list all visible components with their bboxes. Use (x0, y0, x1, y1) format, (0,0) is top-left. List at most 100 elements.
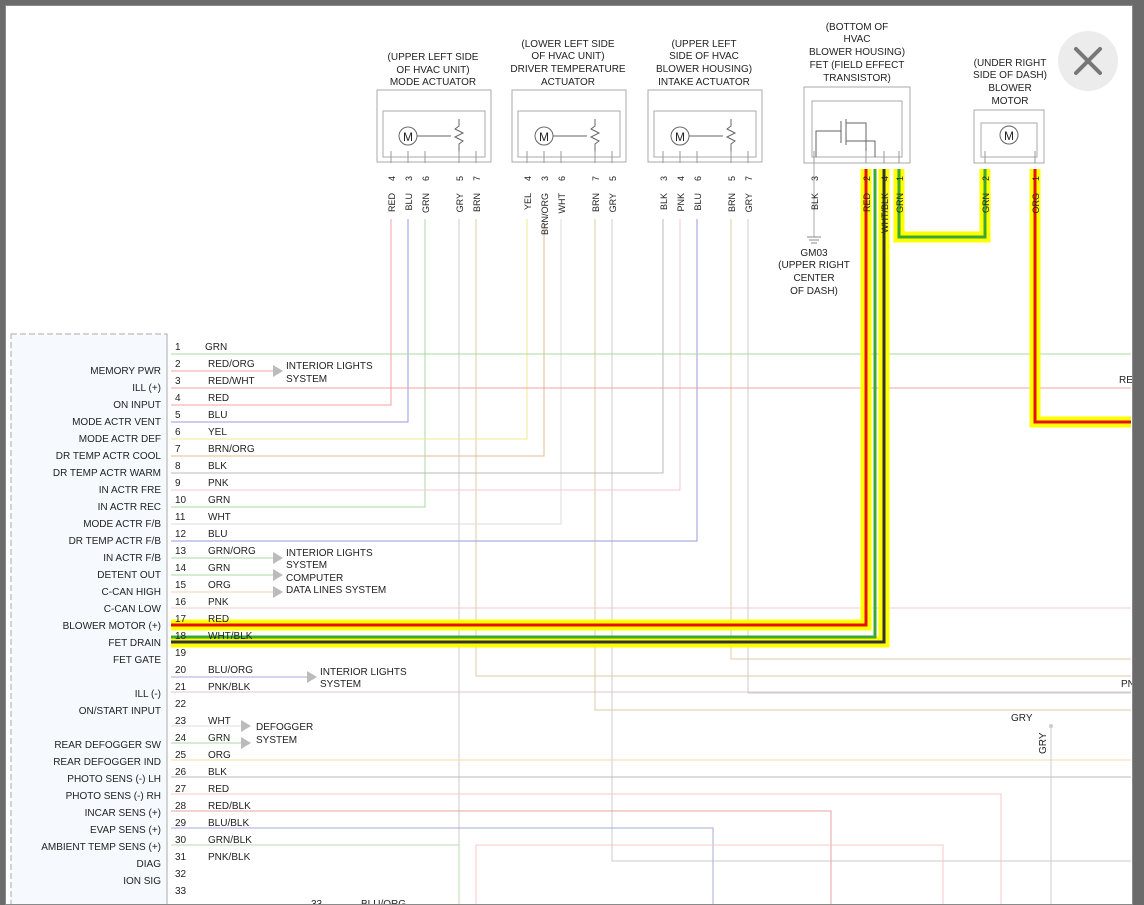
system-ref-interior-lights-1: INTERIOR LIGHTS SYSTEM (171, 361, 373, 385)
blower-motor-motor-label: M (1004, 129, 1014, 143)
ground-icon (807, 236, 821, 244)
fet-title-line-3: BLOWER HOUSING) (809, 47, 905, 58)
connector-wire-color: GRY (455, 193, 465, 212)
connector-wire-color: WHT/BLK (880, 193, 890, 233)
module-pin-wire-color: ORG (208, 580, 231, 591)
mode-actuator-title-line-3: MODE ACTUATOR (390, 77, 476, 88)
module-pin-function: ON/START INPUT (79, 706, 161, 717)
arrow-icon (241, 720, 251, 732)
arrow-icon (241, 737, 251, 749)
connector-pin-number: 4 (676, 176, 686, 181)
module-pin-function: ION SIG (123, 876, 161, 887)
module-pin-function: FET GATE (113, 655, 161, 666)
module-pin-number: 30 (175, 835, 187, 846)
connector-pin-number: 6 (557, 176, 567, 181)
ground-label-1: GM03 (800, 248, 828, 259)
module-pin-wire-color: BLU/BLK (208, 818, 249, 829)
intake-actuator-title-line-4: INTAKE ACTUATOR (658, 77, 750, 88)
wire-blk-intake (171, 219, 664, 474)
module-pin-number: 22 (175, 699, 187, 710)
connector-wire-color: GRY (744, 193, 754, 212)
components: M (UPPER LEFT SIDE OF HVAC UNIT) MODE AC… (376, 22, 1047, 297)
module-pin-number: 23 (175, 716, 187, 727)
close-button[interactable] (1058, 31, 1118, 91)
module-pin-number: 2 (175, 359, 181, 370)
module-pin-wire-color: GRN (208, 563, 230, 574)
connector-pin-number: 1 (895, 176, 905, 181)
edge-label-gry: GRY (1011, 713, 1033, 724)
module-pin-wire-color: RED/ORG (208, 359, 255, 370)
module-pin-wire-color: GRN (205, 342, 227, 353)
connector-pin-number: 4 (523, 176, 533, 181)
blower-motor-title-line-1: (UNDER RIGHT (974, 58, 1047, 69)
edge-label-red: RE (1119, 375, 1133, 386)
module-pin-wire-color: RED (208, 784, 229, 795)
module-pin-number: 16 (175, 597, 187, 608)
connector-wire-color: WHT (557, 193, 567, 214)
fet-transistor: (BOTTOM OF HVAC BLOWER HOUSING) FET (FIE… (803, 22, 911, 164)
edge-label-gry-vertical: GRY (1038, 732, 1049, 754)
module-pin-number: 17 (175, 614, 187, 625)
svg-text:SYSTEM: SYSTEM (286, 374, 327, 385)
intake-actuator-box (647, 89, 763, 163)
module-pin-number: 32 (175, 869, 187, 880)
splice-dot-icon (1049, 724, 1053, 728)
blower-motor: M (UNDER RIGHT SIDE OF DASH) BLOWER MOTO… (973, 58, 1047, 164)
module-pin-wire-color: PNK/BLK (208, 682, 251, 693)
module-pin-wire-color: PNK (208, 478, 229, 489)
connector-wire-color: BRN/ORG (540, 193, 550, 235)
connector-pin-number: 5 (608, 176, 618, 181)
system-ref-interior-lights-3: INTERIOR LIGHTS SYSTEM (171, 667, 407, 690)
module-pin-number: 6 (175, 427, 181, 438)
module-pin-function: MODE ACTR F/B (83, 519, 161, 530)
module-pin-function: IN ACTR F/B (103, 553, 161, 564)
module-pin-function: ILL (+) (132, 383, 161, 394)
module-pin-function: MEMORY PWR (90, 366, 161, 377)
temp-actuator-title-line-1: (LOWER LEFT SIDE (521, 39, 614, 50)
module-pin-number: 15 (175, 580, 187, 591)
connector-pin-number: 4 (880, 176, 890, 181)
temp-actuator-box (511, 89, 627, 163)
connector-pin-number: 2 (862, 176, 872, 181)
connector-wire-color: BRN (727, 193, 737, 212)
connector-pin-number: 4 (387, 176, 397, 181)
system-ref-computer-data-lines: COMPUTER DATA LINES SYSTEM (171, 569, 386, 598)
module-pin-number: 28 (175, 801, 187, 812)
module-pin-function: PHOTO SENS (-) LH (67, 774, 161, 785)
module-pin-function: BLOWER MOTOR (+) (63, 621, 161, 632)
arrow-icon (273, 552, 283, 564)
wire-blublk-pin29 (171, 827, 714, 904)
module-pin-wire-color: YEL (208, 427, 227, 438)
connector-wire-color: RED (387, 193, 397, 213)
module-pin-function: C-CAN HIGH (102, 587, 161, 598)
wire-fet-drain-grn (171, 169, 877, 639)
module-pin-number: 21 (175, 682, 187, 693)
connector-pin-number: 7 (591, 176, 601, 181)
temp-actuator-title-line-4: ACTUATOR (541, 77, 595, 88)
module-pin-wire-color: GRN/BLK (208, 835, 252, 846)
connector-wire-color: BLK (659, 193, 669, 210)
wire-fet-blower (897, 169, 987, 239)
connector-wire-color: BLU (404, 193, 414, 211)
blower-motor-title-line-2: SIDE OF DASH) (973, 70, 1047, 81)
connector-pin-number: 3 (404, 176, 414, 181)
connector-pin-labels: 4 RED 3 BLU 6 GRN 5 GRY 7 BRN 4 YEL 3 BRN/ORG 6 WHT 7 BRN… (387, 151, 1041, 235)
module-pin-wire-color: BLK (208, 767, 227, 778)
temp-actuator-title-line-3: DRIVER TEMPERATURE (510, 64, 626, 75)
module-pin-function: IN ACTR REC (98, 502, 161, 513)
module-pin-wire-color: GRN (208, 495, 230, 506)
mode-actuator-title-line-1: (UPPER LEFT SIDE (388, 52, 479, 63)
connector-wire-color: YEL (523, 193, 533, 210)
connector-wire-color: BRN (472, 193, 482, 212)
module-pin-function: EVAP SENS (+) (90, 825, 161, 836)
wire-red-mode (171, 219, 392, 406)
wire-blower-org-glow (1029, 169, 1131, 428)
connector-wire-color: GRN (981, 193, 991, 213)
svg-text:SYSTEM: SYSTEM (320, 679, 361, 690)
fet-box (803, 86, 911, 164)
connector-pin-number: 6 (693, 176, 703, 181)
module-pin-number: 10 (175, 495, 187, 506)
module-pin-wire-color: PNK (208, 597, 229, 608)
module-pin-number: 13 (175, 546, 187, 557)
temp-actuator-title-line-2: OF HVAC UNIT) (531, 51, 604, 62)
